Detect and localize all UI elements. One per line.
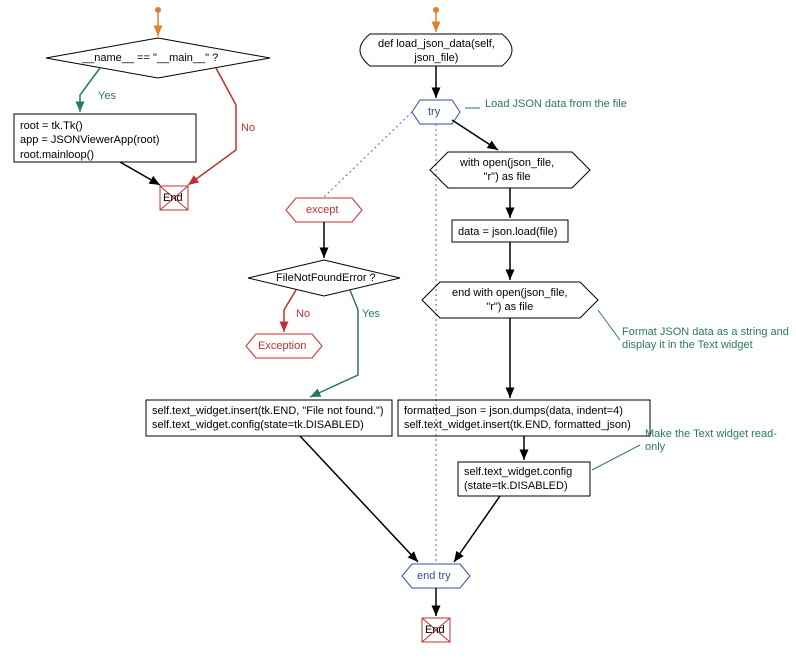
end-right: End [425,623,445,637]
except-label: except [306,203,338,217]
with-open: with open(json_file, "r") as file [460,156,554,185]
data-load: data = json.load(file) [458,225,557,239]
except-block: self.text_widget.insert(tk.END, "File no… [152,404,384,433]
annotation-format: Format JSON data as a string and display… [622,326,796,352]
formatted-json: formatted_json = json.dumps(data, indent… [404,404,631,433]
annotation-readonly: Make the Text widget read-only [645,428,796,454]
edge-no-except: No [296,308,310,320]
block-root-tk: root = tk.Tk() app = JSONViewerApp(root)… [20,119,160,162]
exception-node: Exception [258,339,306,353]
try-node: try [428,105,440,119]
decision-name-main: __name__ == "__main__" ? [82,51,218,65]
config-readonly: self.text_widget.config (state=tk.DISABL… [464,465,572,494]
decision-filenotfound: FileNotFoundError ? [276,271,376,285]
edge-no-left: No [241,122,255,134]
end-with: end with open(json_file, "r") as file [452,286,568,315]
func-def: def load_json_data(self, json_file) [378,37,495,66]
end-try: end try [417,569,451,583]
annotation-load: Load JSON data from the file [485,98,627,111]
end-left: End [163,191,183,205]
edge-yes-left: Yes [98,90,116,102]
edge-yes-except: Yes [362,308,380,320]
